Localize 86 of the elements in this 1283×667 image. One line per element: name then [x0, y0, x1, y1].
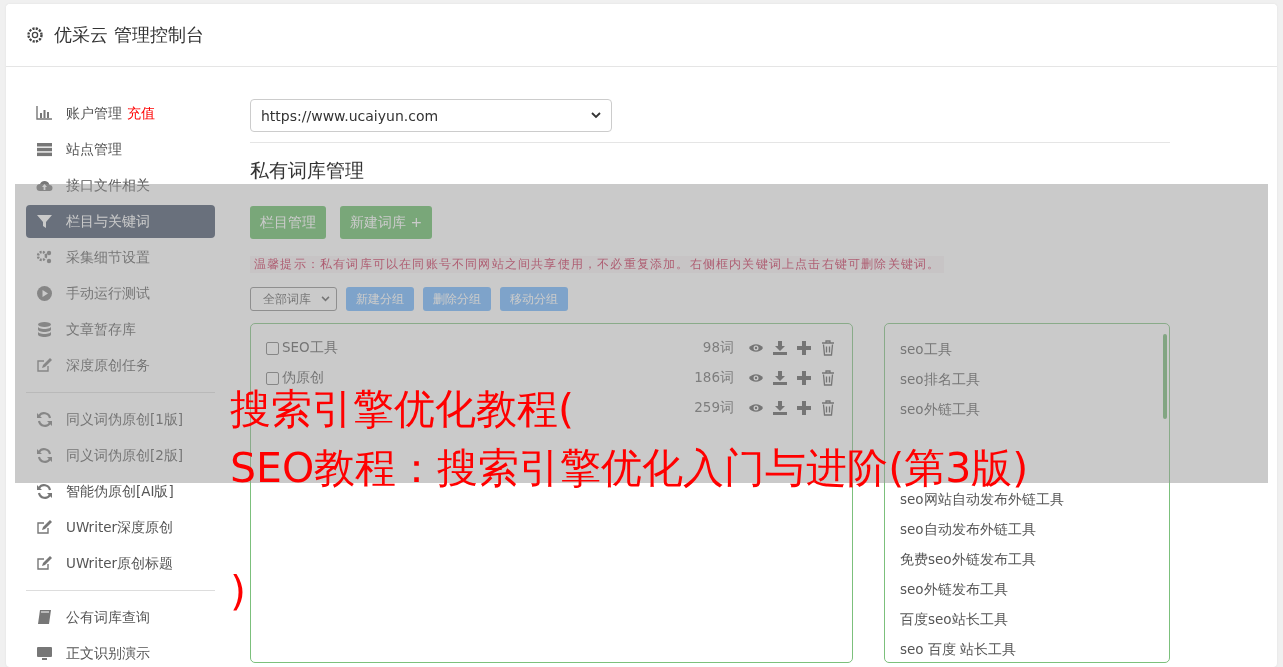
- sidebar-label: 采集细节设置: [66, 248, 150, 267]
- settings-icon: [26, 26, 44, 44]
- refresh-icon: [36, 483, 53, 500]
- refresh-icon: [36, 447, 53, 464]
- edit-icon: [36, 357, 53, 374]
- word-count: 259词: [694, 399, 734, 417]
- sidebar-label: UWriter深度原创: [66, 518, 174, 537]
- sidebar-item[interactable]: 采集细节设置: [26, 241, 215, 274]
- word-count: 186词: [694, 369, 734, 387]
- overlay-title: 搜索引擎优化教程(: [230, 384, 574, 435]
- group-button[interactable]: 新建分组: [346, 287, 414, 311]
- keyword-item[interactable]: seo自动发布外链工具: [900, 515, 1169, 545]
- sidebar-item[interactable]: 站点管理: [26, 133, 215, 166]
- download-icon[interactable]: [772, 400, 788, 416]
- sidebar-label: 文章暂存库: [66, 320, 136, 339]
- caret-icon: [321, 296, 330, 302]
- recharge-link[interactable]: 充值: [127, 104, 155, 123]
- plus-icon[interactable]: [796, 400, 812, 416]
- word-count: 98词: [702, 339, 734, 357]
- sidebar-item[interactable]: 接口文件相关: [26, 169, 215, 202]
- checkbox[interactable]: [266, 341, 279, 355]
- plus-icon[interactable]: [796, 340, 812, 356]
- sidebar-label: 站点管理: [66, 140, 122, 159]
- refresh-icon: [36, 411, 53, 428]
- overlay-title: ): [230, 566, 246, 617]
- sidebar-item[interactable]: 文章暂存库: [26, 313, 215, 346]
- sidebar-item[interactable]: UWriter深度原创: [26, 511, 215, 544]
- trash-icon[interactable]: [820, 400, 836, 416]
- group-button[interactable]: 移动分组: [500, 287, 568, 311]
- tip-text: 温馨提示：私有词库可以在同账号不同网站之间共享使用，不必重复添加。右侧框内关键词上点击右键可删除关键词。: [250, 256, 945, 273]
- trash-icon[interactable]: [820, 340, 836, 356]
- sidebar-label: 智能伪原创[AI版]: [66, 482, 174, 501]
- sidebar-item[interactable]: 手动运行测试: [26, 277, 215, 310]
- sidebar-item[interactable]: 正文识别演示: [26, 637, 215, 667]
- keyword-item[interactable]: seo 百度 站长工具: [900, 635, 1169, 665]
- keyword-item[interactable]: seo外链发布工具: [900, 575, 1169, 605]
- sidebar-item[interactable]: 账户管理 充值: [26, 97, 215, 130]
- plus-icon[interactable]: [796, 370, 812, 386]
- download-icon[interactable]: [772, 370, 788, 386]
- library-filter-select[interactable]: 全部词库: [250, 287, 337, 311]
- server-icon: [36, 141, 53, 158]
- book-icon: [36, 609, 53, 626]
- sidebar-label: 栏目与关键词: [66, 212, 150, 231]
- sidebar-label: 同义词伪原创[1版]: [66, 410, 184, 429]
- group-button[interactable]: 删除分组: [423, 287, 491, 311]
- action-button[interactable]: 栏目管理: [250, 206, 326, 239]
- bar-chart-icon: [36, 105, 53, 122]
- gears-icon: [36, 249, 53, 266]
- site-select[interactable]: https://www.ucaiyun.com: [250, 99, 612, 132]
- sidebar-label: 接口文件相关: [66, 176, 150, 195]
- sidebar-item[interactable]: 智能伪原创[AI版]: [26, 475, 215, 508]
- action-button[interactable]: 新建词库 +: [340, 206, 433, 239]
- keyword-item[interactable]: 百度seo站长工具: [900, 605, 1169, 635]
- sidebar-label: 同义词伪原创[2版]: [66, 446, 184, 465]
- scrollbar[interactable]: [1163, 334, 1167, 419]
- sidebar-item[interactable]: 公有词库查询: [26, 601, 215, 634]
- library-name[interactable]: SEO工具: [282, 339, 703, 357]
- keyword-item[interactable]: 免费seo外链发布工具: [900, 545, 1169, 575]
- download-icon[interactable]: [772, 340, 788, 356]
- keyword-item[interactable]: seo工具: [900, 335, 1169, 365]
- edit-icon: [36, 519, 53, 536]
- trash-icon[interactable]: [820, 370, 836, 386]
- play-icon: [36, 285, 53, 302]
- sidebar-label: 深度原创任务: [66, 356, 150, 375]
- sidebar-item[interactable]: 深度原创任务: [26, 349, 215, 382]
- sidebar-item[interactable]: UWriter原创标题: [26, 547, 215, 580]
- checkbox[interactable]: [266, 371, 279, 385]
- sidebar-label: UWriter原创标题: [66, 554, 174, 573]
- sidebar-label: 手动运行测试: [66, 284, 150, 303]
- edit-icon: [36, 555, 53, 572]
- console-title: 优采云 管理控制台: [54, 23, 204, 47]
- sidebar-label: 公有词库查询: [66, 608, 150, 627]
- database-icon: [36, 321, 53, 338]
- sidebar-label: 正文识别演示: [66, 644, 150, 663]
- sidebar-item[interactable]: 同义词伪原创[1版]: [26, 403, 215, 436]
- section-title: 私有词库管理: [250, 158, 365, 183]
- overlay-title: SEO教程：搜索引擎优化入门与进阶(第3版): [230, 443, 1029, 492]
- sidebar-label: 账户管理: [66, 104, 122, 123]
- caret-icon: [591, 112, 601, 119]
- keyword-item[interactable]: seo排名工具: [900, 365, 1169, 395]
- sidebar-item[interactable]: 同义词伪原创[2版]: [26, 439, 215, 472]
- sidebar-item[interactable]: 栏目与关键词: [26, 205, 215, 238]
- monitor-icon: [36, 645, 53, 662]
- keyword-item[interactable]: seo外链工具: [900, 395, 1169, 425]
- library-name[interactable]: 伪原创: [282, 369, 695, 387]
- filter-icon: [36, 213, 53, 230]
